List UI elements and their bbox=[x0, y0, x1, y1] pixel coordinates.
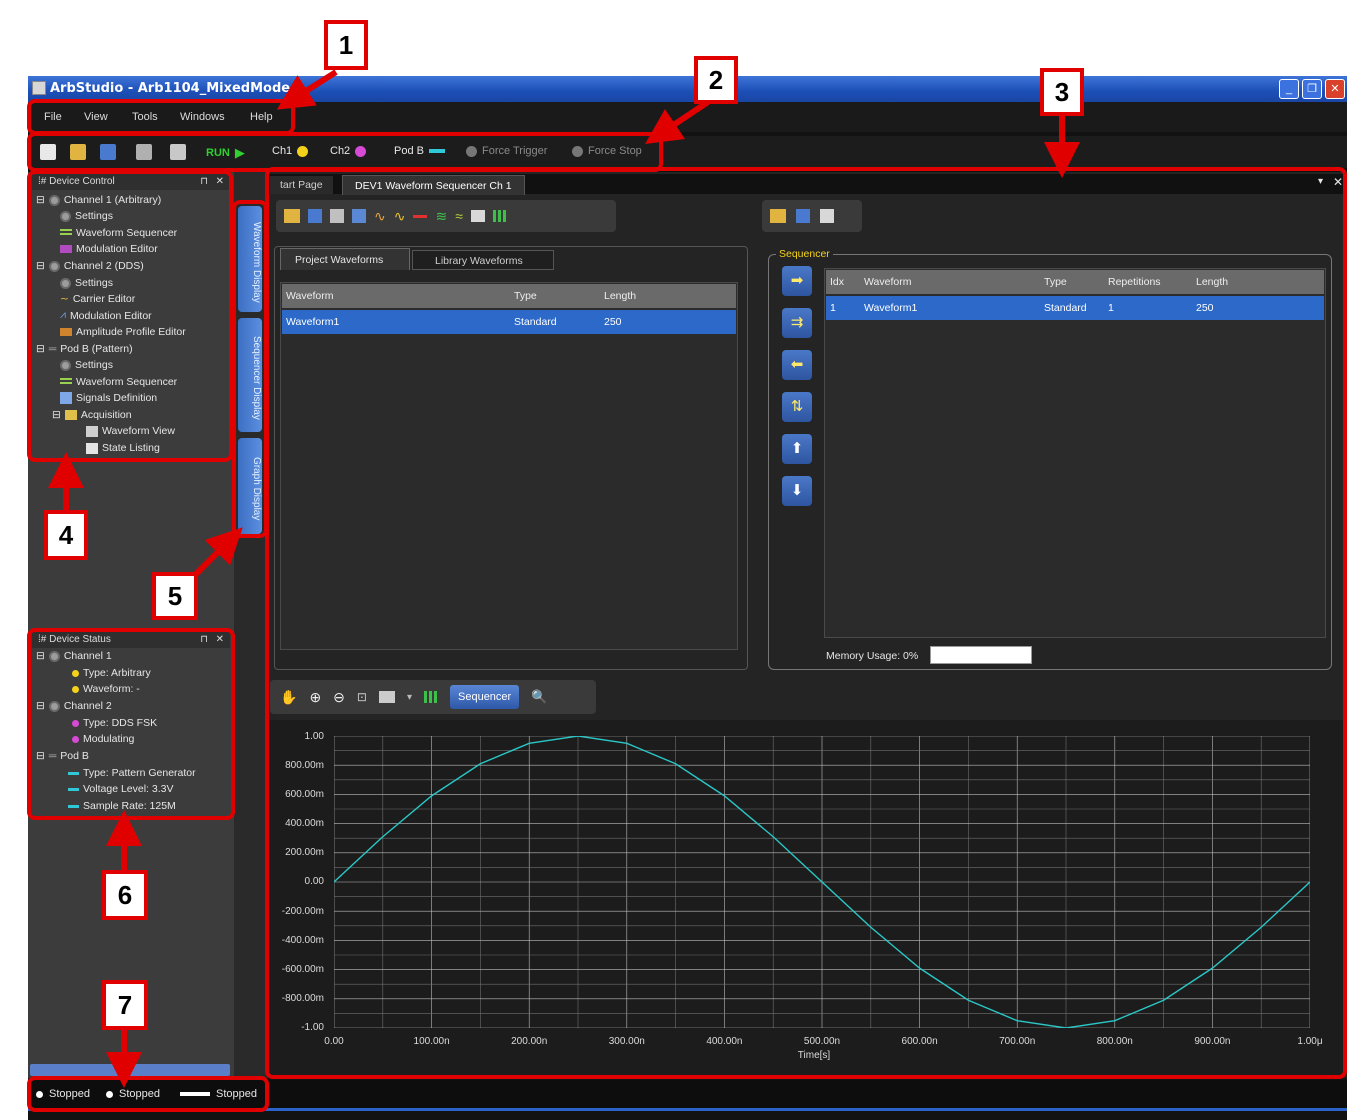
callout-3: 3 bbox=[1040, 68, 1084, 116]
callout-arrows bbox=[48, 69, 1080, 1088]
callout-5: 5 bbox=[152, 572, 198, 620]
callout-4: 4 bbox=[44, 510, 88, 560]
callout-2: 2 bbox=[694, 56, 738, 104]
callout-6: 6 bbox=[102, 870, 148, 920]
arrow-1 bbox=[276, 69, 338, 110]
callout-1: 1 bbox=[324, 20, 368, 70]
arrow-2 bbox=[645, 99, 710, 144]
callout-7: 7 bbox=[102, 980, 148, 1030]
